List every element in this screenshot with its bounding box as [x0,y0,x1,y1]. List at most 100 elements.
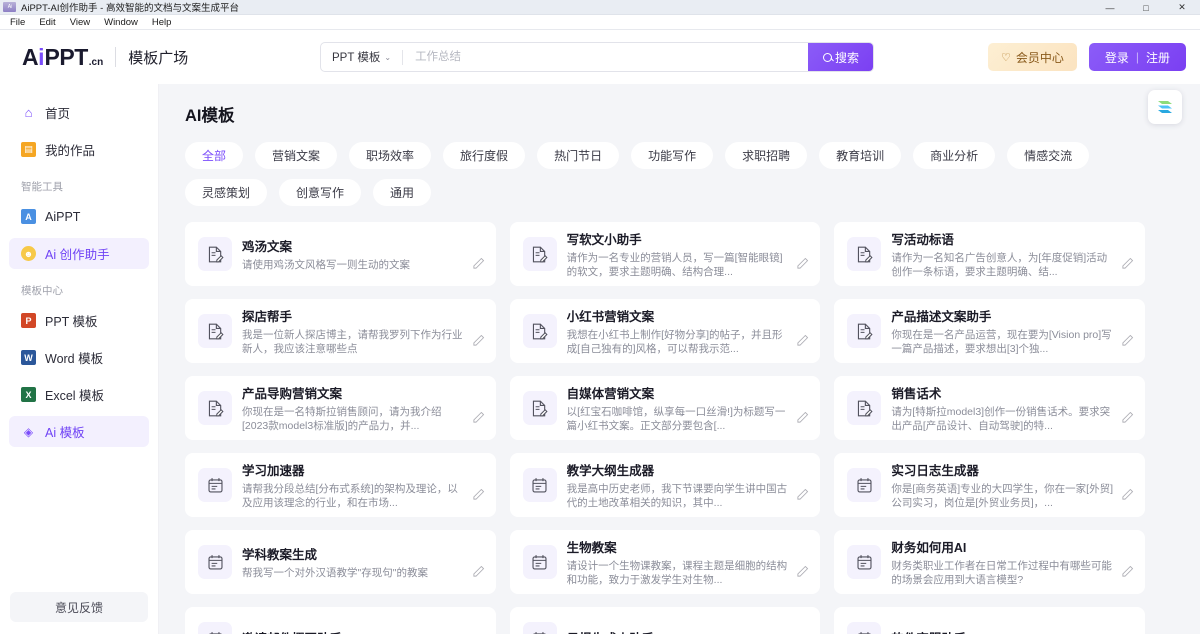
sidebar-item-ai-template[interactable]: ◈ Ai 模板 [9,416,149,447]
pencil-icon [796,565,809,578]
ai-template-icon: ◈ [21,424,36,439]
maximize-button[interactable]: □ [1128,0,1164,15]
floating-app-button[interactable] [1148,90,1182,124]
sidebar-item-excel-template[interactable]: X Excel 模板 [9,379,149,410]
register-label[interactable]: 注册 [1146,49,1170,66]
card-edit-button[interactable] [1121,334,1134,352]
template-card-18[interactable]: 软件客服助手 [834,607,1145,634]
template-card-5[interactable]: 小红书营销文案 我想在小红书上制作[好物分享]的帖子，并且形成[自己独有的]风格… [510,299,821,363]
card-edit-button[interactable] [796,257,809,275]
card-text: 软件客服助手 [891,628,1133,634]
logo-text: A i PPT .cn [22,44,103,71]
header-actions: ♡ 会员中心 登录 | 注册 [988,43,1186,71]
close-button[interactable]: ✕ [1164,0,1200,15]
card-edit-button[interactable] [796,488,809,506]
chip-job-recruitment[interactable]: 求职招聘 [725,142,807,169]
card-description: 请设计一个生物课教案，课程主题是细胞的结构和功能，致力于激发学生对生物... [567,559,791,587]
card-description: 财务类职业工作者在日常工作过程中有哪些可能的场景会应用到大语言模型? [891,559,1115,587]
chip-business-analysis[interactable]: 商业分析 [913,142,995,169]
note-icon [206,553,225,572]
template-card-8[interactable]: 自媒体营销文案 以[红宝石咖啡馆，纵享每一口丝滑!]为标题写一篇小红书文案。正文… [510,376,821,440]
card-icon-wrap [198,468,232,502]
feedback-button[interactable]: 意见反馈 [10,592,148,622]
chip-emotional-exchange[interactable]: 情感交流 [1007,142,1089,169]
sidebar-item-aippt[interactable]: A AiPPT [9,201,149,232]
card-edit-button[interactable] [472,334,485,352]
search-input[interactable] [403,43,808,71]
template-card-15[interactable]: 财务如何用AI 财务类职业工作者在日常工作过程中有哪些可能的场景会应用到大语言模… [834,530,1145,594]
card-edit-button[interactable] [472,565,485,583]
card-edit-button[interactable] [796,411,809,429]
template-card-3[interactable]: 写活动标语 请作为一名知名广告创意人，为[年度促销]活动创作一条标语，要求主题明… [834,222,1145,286]
chip-functional-writing[interactable]: 功能写作 [631,142,713,169]
sidebar-item-my-works[interactable]: ▤ 我的作品 [9,134,149,165]
card-edit-button[interactable] [1121,565,1134,583]
menu-window[interactable]: Window [97,15,145,30]
chip-inspiration-planning[interactable]: 灵感策划 [185,179,267,206]
template-card-4[interactable]: 探店帮手 我是一位新人探店博主，请帮我罗列下作为行业新人，我应该注意哪些点 [185,299,496,363]
minimize-button[interactable]: — [1092,0,1128,15]
pencil-icon [472,257,485,270]
card-edit-button[interactable] [1121,257,1134,275]
chip-marketing-copy[interactable]: 营销文案 [255,142,337,169]
card-title: 生物教案 [567,537,791,556]
chip-travel-vacation[interactable]: 旅行度假 [443,142,525,169]
chip-workplace-efficiency[interactable]: 职场效率 [349,142,431,169]
sidebar-item-ppt-template[interactable]: P PPT 模板 [9,305,149,336]
template-card-1[interactable]: 鸡汤文案 请使用鸡汤文风格写一则生动的文案 [185,222,496,286]
card-title: 鸡汤文案 [242,236,466,255]
menu-view[interactable]: View [63,15,97,30]
card-edit-button[interactable] [472,488,485,506]
sidebar-item-label: 首页 [45,103,70,122]
card-title: 销售话术 [891,383,1115,402]
template-card-14[interactable]: 生物教案 请设计一个生物课教案，课程主题是细胞的结构和功能，致力于激发学生对生物… [510,530,821,594]
search-button[interactable]: 搜索 [808,42,874,72]
card-edit-button[interactable] [1121,411,1134,429]
chip-education-training[interactable]: 教育培训 [819,142,901,169]
chip-general[interactable]: 通用 [373,179,431,206]
note-icon [530,630,549,634]
card-edit-button[interactable] [796,565,809,583]
template-card-6[interactable]: 产品描述文案助手 你现在是一名产品运营，现在要为[Vision pro]写一篇产… [834,299,1145,363]
menu-edit[interactable]: Edit [32,15,62,30]
template-card-17[interactable]: 日报生成小助手 [510,607,821,634]
card-edit-button[interactable] [1121,488,1134,506]
chip-popular-festivals[interactable]: 热门节日 [537,142,619,169]
template-card-9[interactable]: 销售话术 请为[特斯拉model3]创作一份销售话术。要求突出产品[产品设计、自… [834,376,1145,440]
sidebar-item-label: Ai 模板 [45,422,85,441]
pencil-icon [1121,334,1134,347]
chip-all[interactable]: 全部 [185,142,243,169]
template-card-16[interactable]: 邀请邮件撰写助手 [185,607,496,634]
sidebar-item-home[interactable]: ⌂ 首页 [9,97,149,128]
card-icon-wrap [198,314,232,348]
pencil-icon [1121,411,1134,424]
card-title: 软件客服助手 [891,628,1115,634]
card-edit-button[interactable] [472,411,485,429]
chip-creative-writing[interactable]: 创意写作 [279,179,361,206]
membership-button[interactable]: ♡ 会员中心 [988,43,1077,71]
template-card-grid: 鸡汤文案 请使用鸡汤文风格写一则生动的文案 写软文小助手 请作为一名专业的营销人… [185,222,1145,634]
search-category-select[interactable]: PPT 模板 ⌄ [321,43,402,71]
card-edit-button[interactable] [472,257,485,275]
card-edit-button[interactable] [796,334,809,352]
card-title: 日报生成小助手 [567,628,791,634]
auth-button[interactable]: 登录 | 注册 [1089,43,1186,71]
menu-file[interactable]: File [3,15,32,30]
login-label[interactable]: 登录 [1105,49,1129,66]
template-card-10[interactable]: 学习加速器 请帮我分段总结[分布式系统]的架构及理论，以及应用该理念的行业，和在… [185,453,496,517]
sidebar-item-word-template[interactable]: W Word 模板 [9,342,149,373]
menu-help[interactable]: Help [145,15,179,30]
sidebar-item-label: Word 模板 [45,348,103,367]
note-icon [530,476,549,495]
template-card-2[interactable]: 写软文小助手 请作为一名专业的营销人员，写一篇[智能眼镜]的软文，要求主题明确、… [510,222,821,286]
card-text: 自媒体营销文案 以[红宝石咖啡馆，纵享每一口丝滑!]为标题写一篇小红书文案。正文… [567,383,809,433]
document-edit-icon [530,399,549,418]
template-card-13[interactable]: 学科教案生成 帮我写一个对外汉语教学"存现句"的教案 [185,530,496,594]
card-title: 探店帮手 [242,306,466,325]
template-card-11[interactable]: 教学大纲生成器 我是高中历史老师，我下节课要向学生讲中国古代的土地改革相关的知识… [510,453,821,517]
brand-logo[interactable]: A i PPT .cn 模板广场 [22,44,188,71]
template-card-12[interactable]: 实习日志生成器 你是[商务英语]专业的大四学生，你在一家[外贸]公司实习，岗位是… [834,453,1145,517]
search-icon [823,53,832,62]
template-card-7[interactable]: 产品导购营销文案 你现在是一名特斯拉销售顾问，请为我介绍[2023款model3… [185,376,496,440]
sidebar-item-ai-assistant[interactable]: ☻ Ai 创作助手 [9,238,149,269]
